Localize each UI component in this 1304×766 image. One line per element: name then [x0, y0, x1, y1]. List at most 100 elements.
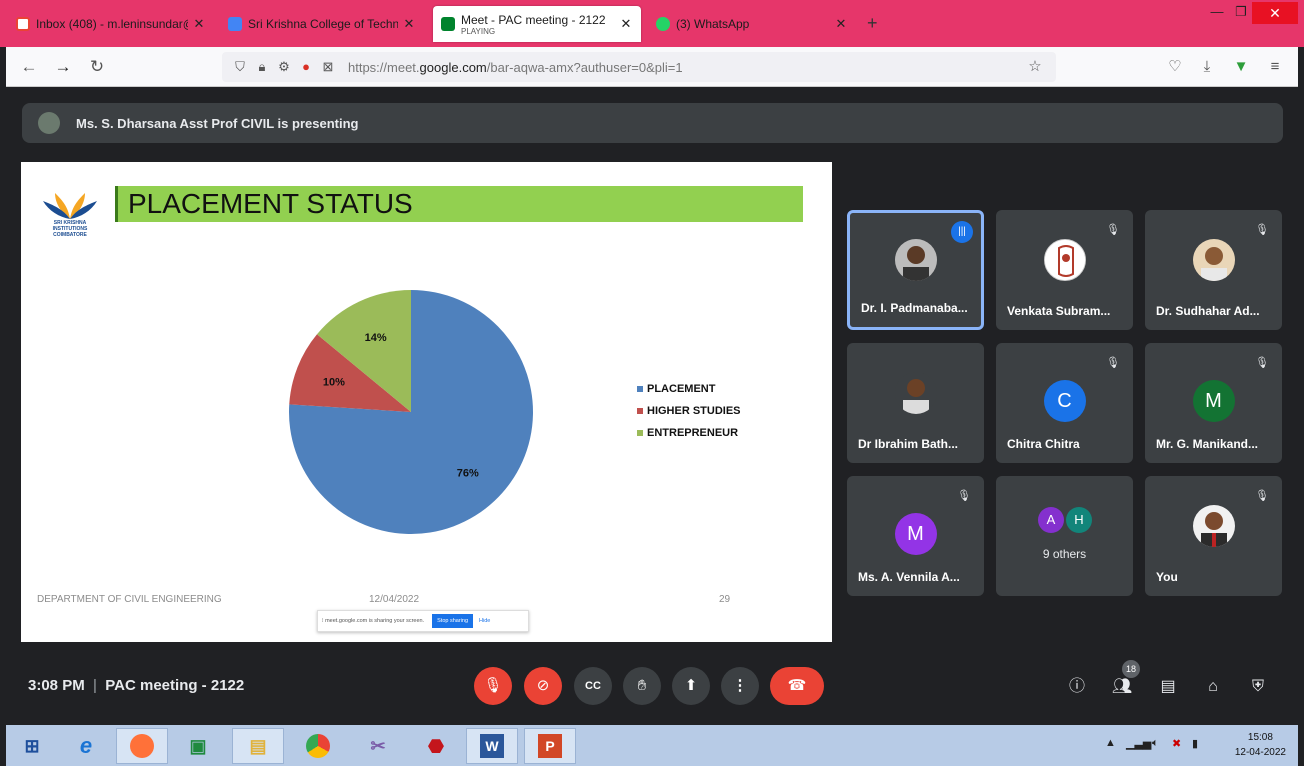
legend-item: ENTREPRENEUR: [637, 422, 741, 444]
lock-icon[interactable]: 🔒︎: [252, 57, 272, 77]
address-bar[interactable]: ⛉ 🔒︎ ⚙ ● ⊠ https://meet.google.com/bar-a…: [222, 52, 1056, 82]
slide-title: PLACEMENT STATUS: [115, 186, 803, 222]
tab-playing-label: PLAYING: [461, 26, 496, 36]
windows-taskbar: ⊞ e ▣ ▤ ✂ ⬣ W P ▲ ▁▃▅ 🔈︎ ✖ ▮ 15:08 12-04…: [6, 725, 1298, 766]
store-icon[interactable]: ▣: [172, 728, 224, 764]
show-hidden-icons-icon[interactable]: ▲: [1105, 737, 1116, 749]
present-screen-button[interactable]: ⬆: [672, 667, 710, 705]
meeting-details-icon[interactable]: ⓘ: [1065, 675, 1089, 699]
activities-icon[interactable]: ⌂: [1201, 675, 1225, 699]
meet-stage: Ms. S. Dharsana Asst Prof CIVIL is prese…: [6, 88, 1298, 725]
participant-tile[interactable]: 🎙︎ Dr. Sudhahar Ad...: [1145, 210, 1282, 330]
shield-icon[interactable]: ⛉: [230, 57, 250, 77]
pocket-icon[interactable]: ♡: [1164, 56, 1186, 78]
downloads-icon[interactable]: ⤓: [1196, 56, 1218, 78]
window-close-icon[interactable]: ✕: [1252, 2, 1298, 24]
participant-name: Chitra Chitra: [1007, 437, 1080, 451]
battery-icon[interactable]: ▮: [1192, 737, 1198, 750]
microphone-icon[interactable]: ●: [296, 57, 316, 77]
slide-footer-department: DEPARTMENT OF CIVIL ENGINEERING: [37, 594, 222, 605]
raise-hand-button[interactable]: ✋︎: [623, 667, 661, 705]
tab-whatsapp[interactable]: (3) WhatsApp ✕: [648, 8, 856, 40]
internet-explorer-icon[interactable]: e: [60, 728, 112, 764]
presenting-banner: Ms. S. Dharsana Asst Prof CIVIL is prese…: [22, 103, 1283, 143]
legend-label: ENTREPRENEUR: [647, 427, 739, 439]
new-tab-icon[interactable]: +: [867, 13, 878, 34]
restore-icon[interactable]: ❐: [1229, 4, 1253, 20]
participant-tile[interactable]: C 🎙︎ Chitra Chitra: [996, 343, 1133, 463]
reload-icon[interactable]: ↻: [86, 56, 108, 78]
url-prefix: https://meet.: [348, 59, 420, 75]
participant-name: Dr. Sudhahar Ad...: [1156, 304, 1260, 318]
leave-call-button[interactable]: ☎︎: [770, 667, 824, 705]
meeting-time: 3:08 PM: [28, 677, 85, 694]
stop-sharing-button[interactable]: Stop sharing: [432, 614, 474, 628]
participant-tile[interactable]: 🎙︎ Venkata Subram...: [996, 210, 1133, 330]
chat-icon[interactable]: ▤: [1156, 675, 1180, 699]
participant-name: Dr. I. Padmanaba...: [861, 301, 968, 315]
screen: Inbox (408) - m.leninsundar@sk ✕ Sri Kri…: [0, 0, 1304, 766]
forward-icon[interactable]: →: [52, 56, 74, 78]
tab-college[interactable]: Sri Krishna College of Technolo ✕: [220, 8, 424, 40]
captions-button[interactable]: CC: [574, 667, 612, 705]
hide-share-notice-button[interactable]: Hide: [479, 618, 490, 624]
participant-tile[interactable]: M 🎙︎ Ms. A. Vennila A...: [847, 476, 984, 596]
network-signal-icon[interactable]: ▁▃▅: [1126, 737, 1151, 750]
participant-tile[interactable]: ||| Dr. I. Padmanaba...: [847, 210, 984, 330]
close-tab-icon[interactable]: ✕: [402, 16, 416, 32]
tab-title: Inbox (408) - m.leninsundar@sk: [36, 17, 188, 31]
others-tile[interactable]: A H 9 others: [996, 476, 1133, 596]
participant-initial-avatar: M: [894, 513, 937, 555]
legend-label: PLACEMENT: [647, 383, 716, 395]
bookmark-star-icon[interactable]: ☆: [1024, 56, 1046, 78]
calendar-icon: [228, 17, 242, 31]
file-explorer-icon[interactable]: ▤: [232, 728, 284, 764]
tab-gmail[interactable]: Inbox (408) - m.leninsundar@sk ✕: [8, 8, 214, 40]
people-count-badge: 18: [1122, 660, 1140, 678]
network-error-icon[interactable]: ✖: [1172, 737, 1181, 750]
snipping-tool-icon[interactable]: ✂: [352, 728, 404, 764]
whatsapp-icon: [656, 17, 670, 31]
participant-initial-avatar: M: [1192, 380, 1235, 422]
pie-data-label: 76%: [457, 467, 479, 479]
permissions-icon[interactable]: ⚙: [274, 57, 294, 77]
muted-mic-icon: 🎙︎: [1255, 224, 1269, 236]
minimize-icon[interactable]: —: [1205, 4, 1229, 19]
participant-name: Ms. A. Vennila A...: [858, 570, 960, 584]
browser-tab-strip: Inbox (408) - m.leninsundar@sk ✕ Sri Kri…: [0, 0, 1304, 47]
powerpoint-icon[interactable]: P: [524, 728, 576, 764]
more-options-button[interactable]: ⋮: [721, 667, 759, 705]
tab-title: Sri Krishna College of Technolo: [248, 17, 398, 31]
camera-off-button[interactable]: ⊘: [524, 667, 562, 705]
host-controls-icon[interactable]: ⛨: [1246, 675, 1270, 699]
legend-item: HIGHER STUDIES: [637, 400, 741, 422]
self-tile[interactable]: 🎙︎ You: [1145, 476, 1282, 596]
tab-meet[interactable]: Meet - PAC meeting - 2122 PLAYING ✕: [433, 6, 641, 42]
other-participant-avatar: H: [1066, 507, 1092, 533]
close-tab-icon[interactable]: ✕: [834, 16, 848, 32]
participant-name: Dr Ibrahim Bath...: [858, 437, 959, 451]
microphone-off-button[interactable]: 🎙︎: [474, 667, 512, 705]
browser-nav-bar: ← → ↻ ⛉ 🔒︎ ⚙ ● ⊠ https://meet.google.com…: [6, 47, 1298, 87]
taskbar-clock[interactable]: 15:08 12-04-2022: [1235, 730, 1286, 760]
acrobat-icon[interactable]: ⬣: [410, 728, 462, 764]
firefox-icon[interactable]: [116, 728, 168, 764]
start-windows-icon[interactable]: ⊞: [6, 728, 58, 764]
volume-icon[interactable]: 🔈︎: [1152, 737, 1159, 750]
url-path: /bar-aqwa-amx?authuser=0&pli=1: [486, 59, 683, 75]
word-icon[interactable]: W: [466, 728, 518, 764]
meet-icon: [441, 17, 455, 31]
extension-icon[interactable]: ▼: [1230, 56, 1252, 78]
close-tab-icon[interactable]: ✕: [619, 16, 633, 32]
back-icon[interactable]: ←: [18, 56, 40, 78]
menu-icon[interactable]: ≡: [1264, 56, 1286, 78]
participant-tile[interactable]: Dr Ibrahim Bath...: [847, 343, 984, 463]
participant-tile[interactable]: M 🎙︎ Mr. G. Manikand...: [1145, 343, 1282, 463]
camera-blocked-icon[interactable]: ⊠: [318, 57, 338, 77]
chrome-icon[interactable]: [292, 728, 344, 764]
people-icon[interactable]: 👥︎: [1110, 675, 1134, 699]
other-participant-avatar: A: [1038, 507, 1064, 533]
close-tab-icon[interactable]: ✕: [192, 16, 206, 32]
slide-footer-date: 12/04/2022: [369, 594, 420, 605]
legend-item: PLACEMENT: [637, 378, 741, 400]
